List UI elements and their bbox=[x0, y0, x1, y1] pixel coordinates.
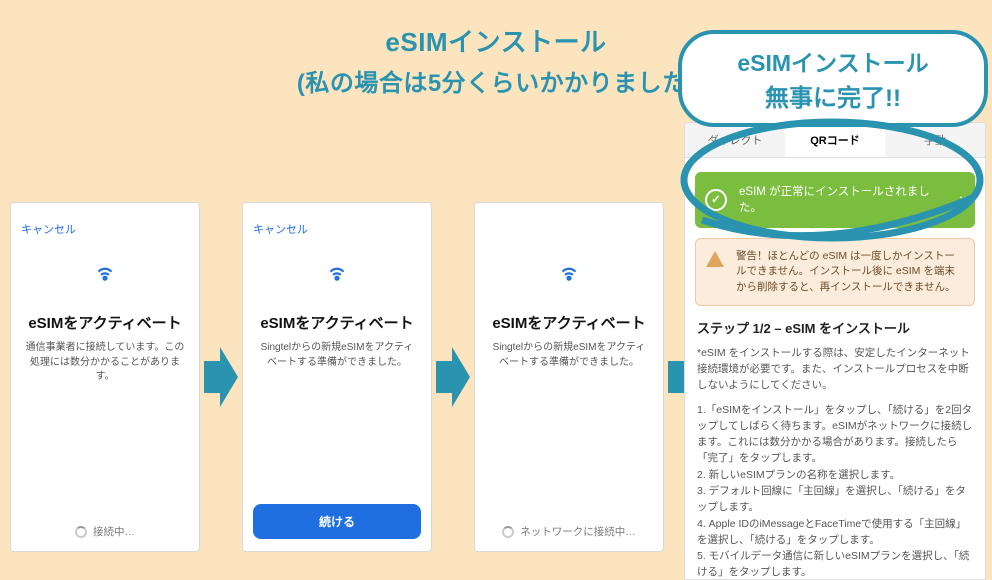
tab-direct[interactable]: ダイレクト bbox=[685, 123, 785, 157]
continue-button[interactable]: 続ける bbox=[253, 504, 421, 539]
cancel-button[interactable]: キャンセル bbox=[21, 221, 76, 237]
cancel-button[interactable]: キャンセル bbox=[253, 221, 308, 237]
close-icon[interactable]: × bbox=[959, 190, 967, 210]
phone-desc: Singtelからの新規eSIMをアクティベートする準備ができました。 bbox=[253, 341, 421, 370]
phone-desc: 通信事業者に接続しています。この処理には数分かかることがあります。 bbox=[21, 341, 189, 385]
check-icon: ✓ bbox=[705, 189, 727, 211]
warning-banner: 警告！ほとんどの eSIM は一度しかインストールできません。インストール後に … bbox=[695, 238, 975, 306]
status-connecting: 接続中… bbox=[75, 524, 135, 539]
tab-bar: ダイレクト QRコード 手動 bbox=[685, 123, 985, 158]
tab-qrcode[interactable]: QRコード bbox=[785, 123, 885, 157]
spinner-icon bbox=[502, 526, 514, 538]
status-text: ネットワークに接続中… bbox=[520, 524, 636, 539]
success-text: eSIM が正常にインストールされました。 bbox=[739, 186, 930, 214]
steps-paragraph: 1.「eSIMをインストール」をタップし、「続ける」を2回タップしてしばらく待ち… bbox=[697, 402, 973, 580]
step-heading: ステップ 1/2 – eSIM をインストール bbox=[697, 318, 973, 337]
antenna-icon bbox=[556, 263, 582, 294]
callout-line2: 無事に完了!! bbox=[694, 78, 972, 113]
warning-text: 警告！ほとんどの eSIM は一度しかインストールできません。インストール後に … bbox=[736, 250, 956, 292]
arrow-icon bbox=[204, 347, 238, 407]
callout-line1: eSIMインストール bbox=[694, 44, 972, 78]
phone-title: eSIMをアクティベート bbox=[492, 312, 645, 333]
success-callout: eSIMインストール 無事に完了!! bbox=[678, 30, 988, 127]
intro-paragraph: *eSIM をインストールする際は、安定したインターネット接続環境が必要です。ま… bbox=[697, 345, 973, 394]
phone-title: eSIMをアクティベート bbox=[260, 312, 413, 333]
spinner-icon bbox=[75, 526, 87, 538]
phone-screen-3: eSIMをアクティベート Singtelからの新規eSIMをアクティベートする準… bbox=[474, 202, 664, 552]
arrow-icon bbox=[436, 347, 470, 407]
status-connecting-network: ネットワークに接続中… bbox=[502, 524, 636, 539]
phone-screen-2: キャンセル eSIMをアクティベート Singtelからの新規eSIMをアクティ… bbox=[242, 202, 432, 552]
phone-sequence: キャンセル eSIMをアクティベート 通信事業者に接続しています。この処理には数… bbox=[10, 202, 706, 552]
status-text: 接続中… bbox=[93, 524, 135, 539]
app-panel: ダイレクト QRコード 手動 ✓ eSIM が正常にインストールされました。 ×… bbox=[684, 122, 986, 580]
phone-screen-1: キャンセル eSIMをアクティベート 通信事業者に接続しています。この処理には数… bbox=[10, 202, 200, 552]
phone-title: eSIMをアクティベート bbox=[28, 312, 181, 333]
antenna-icon bbox=[92, 263, 118, 294]
phone-desc: Singtelからの新規eSIMをアクティベートする準備ができました。 bbox=[485, 341, 653, 370]
warning-icon bbox=[706, 251, 724, 267]
tab-manual[interactable]: 手動 bbox=[885, 123, 985, 157]
antenna-icon bbox=[324, 263, 350, 294]
success-banner: ✓ eSIM が正常にインストールされました。 × bbox=[695, 172, 975, 228]
